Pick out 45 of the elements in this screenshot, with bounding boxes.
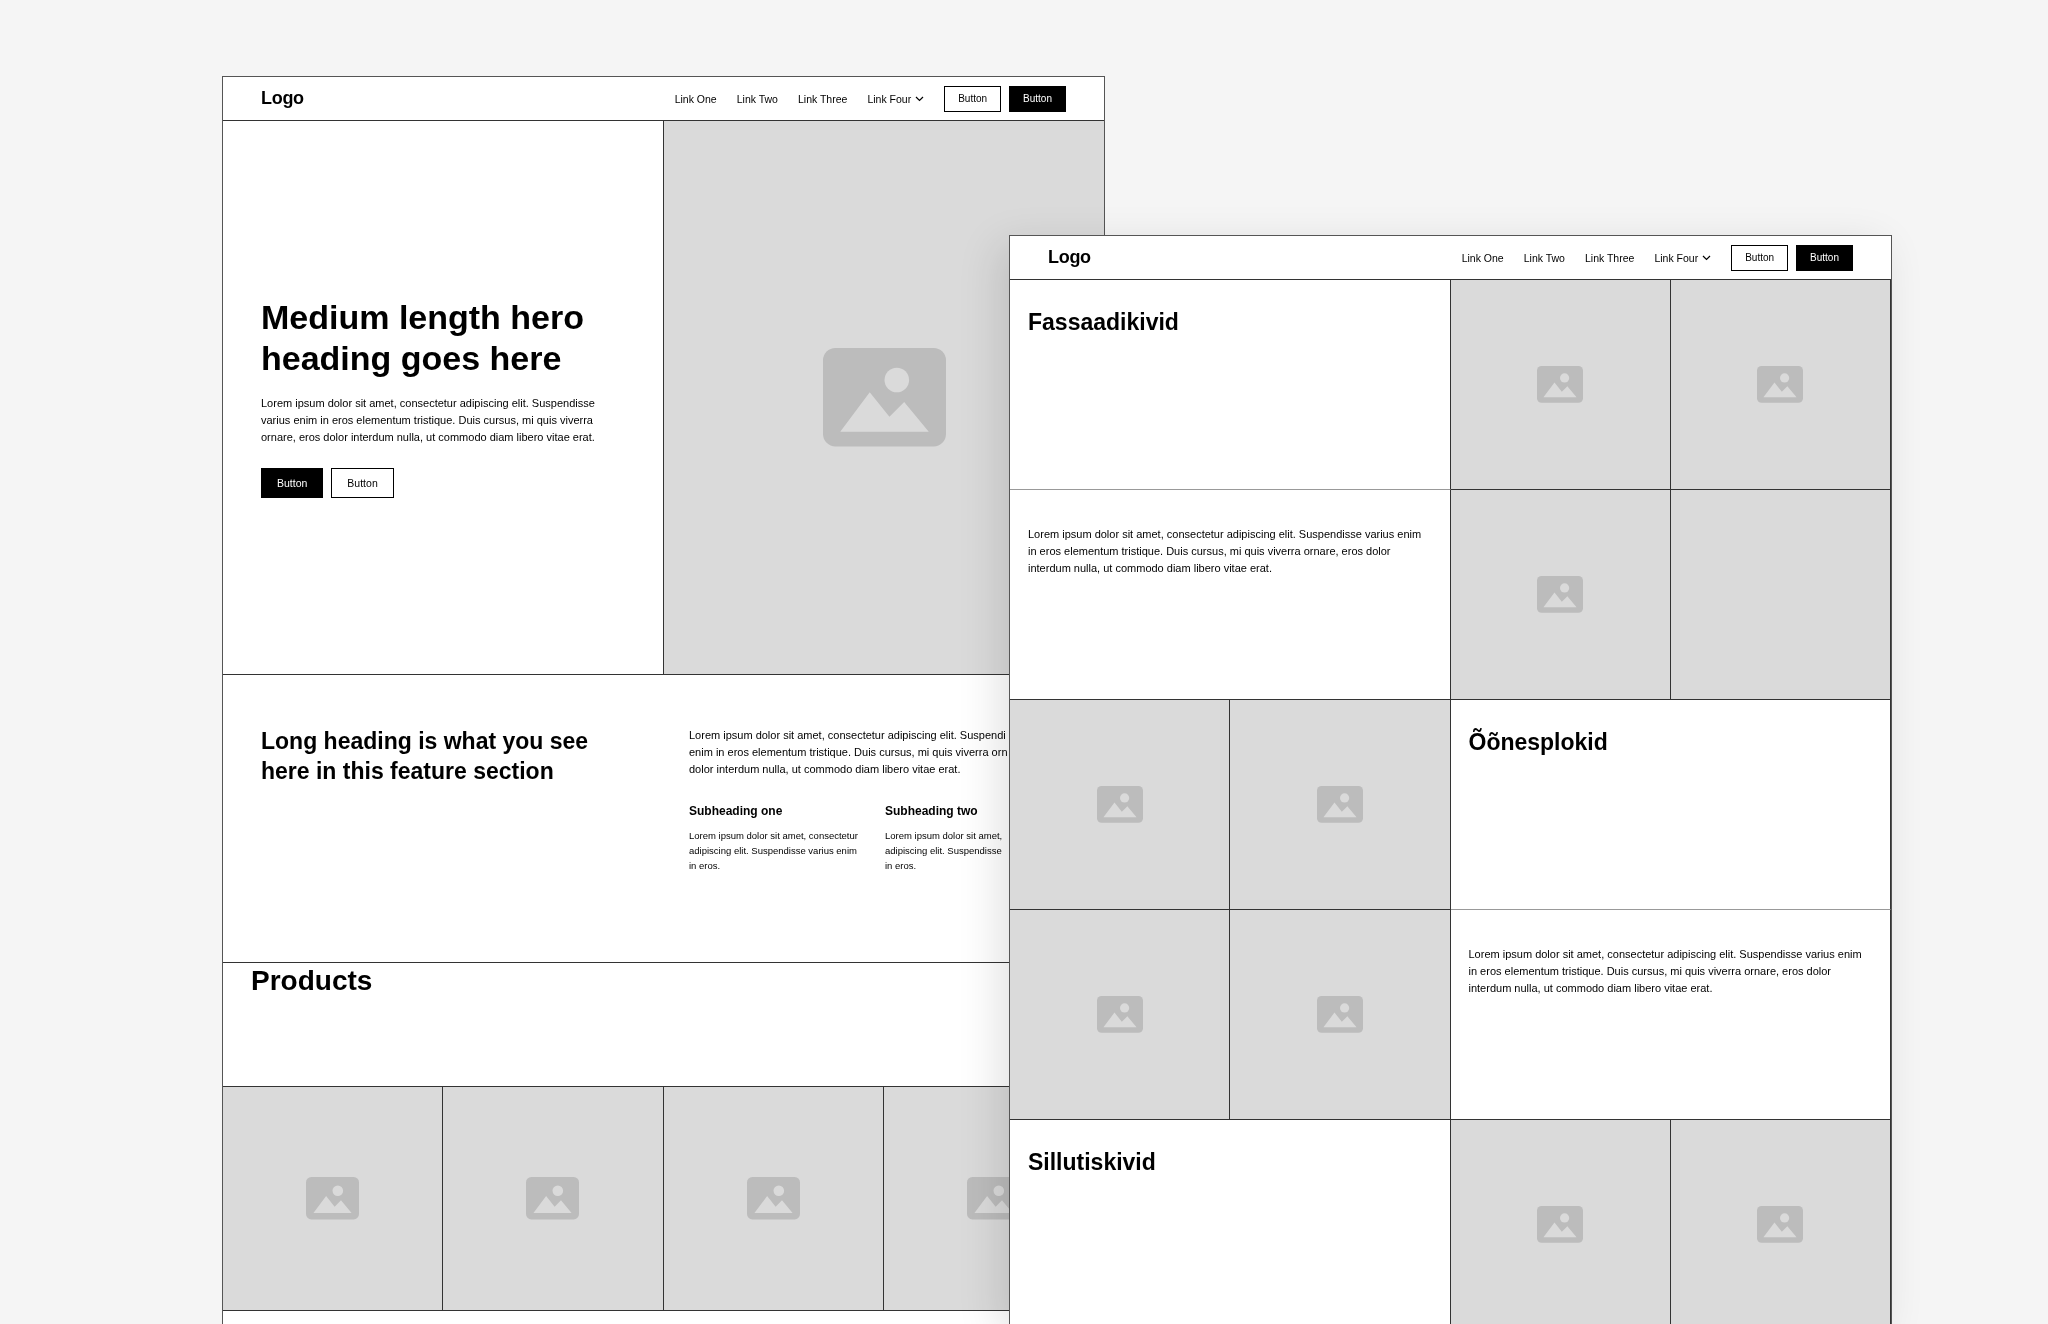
image-placeholder-icon xyxy=(746,1177,800,1220)
button[interactable]: Button xyxy=(944,85,1002,112)
image-placeholder-icon xyxy=(1096,786,1143,823)
image-placeholder-icon xyxy=(306,1177,360,1220)
hero-heading: Medium length hero heading goes here xyxy=(261,297,585,379)
image-placeholder-icon xyxy=(822,348,946,447)
button[interactable]: Button xyxy=(1731,244,1789,271)
products-heading: Products xyxy=(251,964,373,998)
nav-link[interactable]: Link One xyxy=(674,92,717,105)
image-placeholder-icon xyxy=(1537,576,1584,613)
image-placeholder-icon xyxy=(1537,366,1584,403)
image-placeholder-icon xyxy=(1757,366,1804,403)
button[interactable]: Button xyxy=(1796,244,1853,271)
image-placeholder-icon xyxy=(1537,1206,1584,1243)
section-heading: Fassaadikivid xyxy=(1028,308,1180,337)
nav-link[interactable]: Link One xyxy=(1461,251,1504,264)
image-placeholder-icon xyxy=(526,1177,580,1220)
subheading: Subheading one xyxy=(689,804,784,818)
chevron-down-icon xyxy=(915,95,925,102)
nav-link[interactable]: Link Two xyxy=(736,92,778,105)
nav-link[interactable]: Link Three xyxy=(1584,251,1635,264)
button[interactable]: Button xyxy=(331,468,394,498)
image-placeholder-icon xyxy=(1757,1206,1804,1243)
section-heading: Õõnesplokid xyxy=(1468,728,1609,757)
logo[interactable]: Logo xyxy=(261,88,304,109)
subheading-text: Lorem ipsum dolor sit amet, adipiscing elit. Suspendisse in eros. xyxy=(885,829,1004,873)
image-placeholder-icon xyxy=(1096,996,1143,1033)
section-text: Lorem ipsum dolor sit amet, consectetur adipiscing elit. Suspendisse varius enim in eros elementum tristique. Duis cursus, mi quis viverra ornare, eros dolor interdum nulla, ut commodo diam libero vitae erat. xyxy=(1028,527,1423,576)
chevron-down-icon xyxy=(1702,254,1712,261)
subheading-text: Lorem ipsum dolor sit amet, consectetur adipiscing elit. Suspendisse varius enim in eros. xyxy=(689,829,859,873)
nav-link[interactable]: Link Two xyxy=(1523,251,1565,264)
feature-heading: Long heading is what you see here in this feature section xyxy=(260,727,590,786)
subheading: Subheading two xyxy=(885,804,979,818)
nav-link[interactable]: Link Four xyxy=(1654,251,1712,264)
button[interactable]: Button xyxy=(261,468,324,498)
image-placeholder-icon xyxy=(1316,996,1363,1033)
hero-text: Lorem ipsum dolor sit amet, consectetur adipiscing elit. Suspendisse varius enim in eros elementum tristique. Duis cursus, mi quis viverra ornare, eros dolor interdum nulla, ut commodo diam libero vitae erat. xyxy=(261,396,596,445)
button[interactable]: Button xyxy=(1009,85,1066,112)
nav-link[interactable]: Link Three xyxy=(797,92,848,105)
image-placeholder-icon xyxy=(1316,786,1363,823)
feature-text: Lorem ipsum dolor sit amet, consectetur adipiscing elit. Suspendi enim in eros elementum tristique. Duis cursus, mi quis viverra orn dolor interdum nulla, ut commodo diam libero vitae erat. xyxy=(689,728,1009,777)
section-text: Lorem ipsum dolor sit amet, consectetur adipiscing elit. Suspendisse varius enim in eros elementum tristique. Duis cursus, mi quis viverra ornare, eros dolor interdum nulla, ut commodo diam libero vitae erat. xyxy=(1468,947,1863,996)
nav-link[interactable]: Link Four xyxy=(867,92,925,105)
section-heading: Sillutiskivid xyxy=(1028,1148,1157,1177)
logo[interactable]: Logo xyxy=(1048,247,1091,268)
